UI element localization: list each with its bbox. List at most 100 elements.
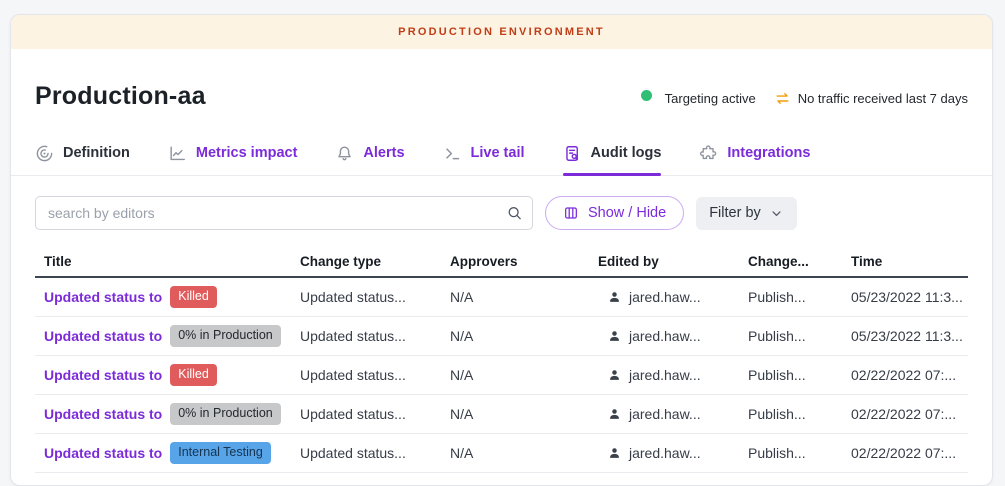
column-header: Edited by bbox=[598, 254, 748, 269]
filter-by-label: Filter by bbox=[709, 205, 761, 221]
title-cell: Updated status to Internal Testing bbox=[35, 442, 300, 463]
tab-label: Live tail bbox=[471, 145, 525, 161]
status-badge: 0% in Production bbox=[170, 325, 281, 346]
table-row[interactable]: Updated status to Killed Updated status.… bbox=[35, 278, 968, 317]
edited-by-cell: jared.haw... bbox=[598, 445, 748, 461]
show-hide-button[interactable]: Show / Hide bbox=[545, 196, 684, 230]
title-link[interactable]: Updated status to bbox=[44, 328, 162, 344]
table-row[interactable]: Updated status to 0% in Production Updat… bbox=[35, 317, 968, 356]
traffic-arrows-icon bbox=[774, 90, 791, 107]
tab-label: Definition bbox=[63, 145, 130, 161]
tab-integrations[interactable]: Integrations bbox=[699, 131, 810, 175]
filter-by-button[interactable]: Filter by bbox=[696, 197, 797, 230]
table-row[interactable]: Updated status to Internal Testing Updat… bbox=[35, 434, 968, 473]
tab-label: Integrations bbox=[727, 145, 810, 161]
title-link[interactable]: Updated status to bbox=[44, 289, 162, 305]
status-dot-icon bbox=[641, 90, 658, 107]
change-type-cell: Updated status... bbox=[300, 367, 450, 383]
page-header: Production-aa Targeting active No traffi… bbox=[11, 49, 992, 115]
column-header: Title bbox=[35, 254, 300, 269]
change-type-cell: Updated status... bbox=[300, 328, 450, 344]
status-badge: 0% in Production bbox=[170, 403, 281, 424]
production-environment-banner: PRODUCTION ENVIRONMENT bbox=[11, 15, 992, 49]
table-header: TitleChange typeApproversEdited byChange… bbox=[35, 246, 968, 278]
edited-by-cell: jared.haw... bbox=[598, 406, 748, 422]
table-row[interactable]: Updated status to 0% in Production Updat… bbox=[35, 395, 968, 434]
tab-label: Audit logs bbox=[591, 145, 662, 161]
column-header: Approvers bbox=[450, 254, 598, 269]
tab-definition[interactable]: Definition bbox=[35, 131, 130, 175]
edited-by-name: jared.haw... bbox=[629, 289, 701, 305]
tab-label: Alerts bbox=[363, 145, 404, 161]
title-cell: Updated status to Killed bbox=[35, 286, 300, 307]
edited-by-cell: jared.haw... bbox=[598, 289, 748, 305]
search-input[interactable] bbox=[35, 196, 533, 230]
column-header: Change... bbox=[748, 254, 851, 269]
edited-by-name: jared.haw... bbox=[629, 367, 701, 383]
tab-label: Metrics impact bbox=[196, 145, 298, 161]
time-cell: 02/22/2022 07:... bbox=[851, 445, 968, 461]
status-badge: Killed bbox=[170, 364, 217, 385]
change-type-cell: Updated status... bbox=[300, 445, 450, 461]
search-icon bbox=[506, 205, 523, 222]
tab-alerts[interactable]: Alerts bbox=[335, 131, 404, 175]
approvers-cell: N/A bbox=[450, 406, 598, 422]
toolbar: Show / Hide Filter by bbox=[11, 196, 992, 230]
audit-logs-icon bbox=[563, 144, 582, 163]
edited-by-name: jared.haw... bbox=[629, 406, 701, 422]
edited-by-cell: jared.haw... bbox=[598, 367, 748, 383]
tab-metrics-impact[interactable]: Metrics impact bbox=[168, 131, 298, 175]
change-cell: Publish... bbox=[748, 367, 851, 383]
alerts-icon bbox=[335, 144, 354, 163]
banner-text: PRODUCTION ENVIRONMENT bbox=[398, 26, 605, 38]
title-link[interactable]: Updated status to bbox=[44, 406, 162, 422]
column-header: Time bbox=[851, 254, 968, 269]
title-link[interactable]: Updated status to bbox=[44, 367, 162, 383]
approvers-cell: N/A bbox=[450, 328, 598, 344]
show-hide-label: Show / Hide bbox=[588, 205, 666, 221]
column-header: Change type bbox=[300, 254, 450, 269]
title-link[interactable]: Updated status to bbox=[44, 445, 162, 461]
approvers-cell: N/A bbox=[450, 367, 598, 383]
user-icon bbox=[607, 446, 622, 461]
table-body: Updated status to Killed Updated status.… bbox=[35, 278, 968, 473]
title-cell: Updated status to 0% in Production bbox=[35, 403, 300, 424]
page-title: Production-aa bbox=[35, 77, 206, 115]
edited-by-name: jared.haw... bbox=[629, 328, 701, 344]
status-targeting-active: Targeting active bbox=[641, 90, 756, 107]
status-label: No traffic received last 7 days bbox=[798, 91, 968, 106]
status-badge: Internal Testing bbox=[170, 442, 271, 463]
title-cell: Updated status to Killed bbox=[35, 364, 300, 385]
tab-audit-logs[interactable]: Audit logs bbox=[563, 131, 662, 175]
approvers-cell: N/A bbox=[450, 289, 598, 305]
change-type-cell: Updated status... bbox=[300, 406, 450, 422]
definition-icon bbox=[35, 144, 54, 163]
live-tail-icon bbox=[443, 144, 462, 163]
audit-logs-table: TitleChange typeApproversEdited byChange… bbox=[35, 246, 968, 473]
status-label: Targeting active bbox=[665, 91, 756, 106]
time-cell: 02/22/2022 07:... bbox=[851, 367, 968, 383]
user-icon bbox=[607, 407, 622, 422]
tabs: Definition Metrics impact Alerts Live ta… bbox=[11, 131, 992, 176]
status-badge: Killed bbox=[170, 286, 217, 307]
table-row[interactable]: Updated status to Killed Updated status.… bbox=[35, 356, 968, 395]
change-cell: Publish... bbox=[748, 445, 851, 461]
change-cell: Publish... bbox=[748, 289, 851, 305]
edited-by-name: jared.haw... bbox=[629, 445, 701, 461]
columns-icon bbox=[563, 205, 579, 221]
environment-card: PRODUCTION ENVIRONMENT Production-aa Tar… bbox=[10, 14, 993, 486]
chevron-down-icon bbox=[769, 206, 784, 221]
approvers-cell: N/A bbox=[450, 445, 598, 461]
user-icon bbox=[607, 368, 622, 383]
title-cell: Updated status to 0% in Production bbox=[35, 325, 300, 346]
time-cell: 02/22/2022 07:... bbox=[851, 406, 968, 422]
metrics-impact-icon bbox=[168, 144, 187, 163]
search-wrap bbox=[35, 196, 533, 230]
user-icon bbox=[607, 290, 622, 305]
time-cell: 05/23/2022 11:3... bbox=[851, 289, 968, 305]
tab-live-tail[interactable]: Live tail bbox=[443, 131, 525, 175]
integrations-icon bbox=[699, 144, 718, 163]
change-cell: Publish... bbox=[748, 406, 851, 422]
user-icon bbox=[607, 329, 622, 344]
status-indicators: Targeting active No traffic received las… bbox=[641, 90, 968, 115]
